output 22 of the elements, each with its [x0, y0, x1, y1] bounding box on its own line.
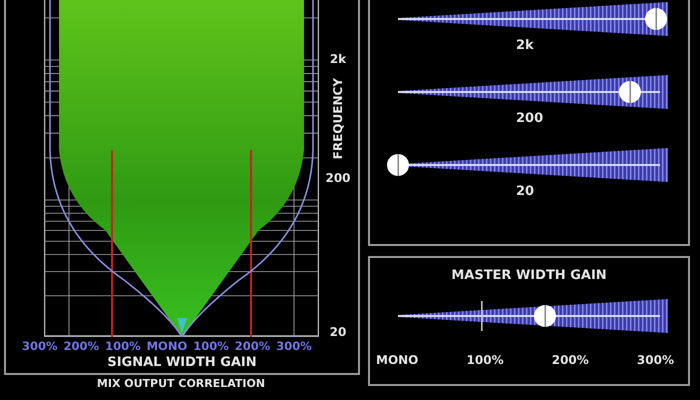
section-title: MIX OUTPUT CORRELATION: [96, 377, 266, 390]
width-scale-label: MONO: [146, 339, 188, 353]
width-scale-label: 100%: [193, 339, 229, 353]
width-scale-label: 200%: [552, 353, 589, 367]
slider-knob[interactable]: [387, 154, 409, 176]
width-scale-label: 200%: [234, 339, 270, 353]
frequency-tick: 20: [330, 325, 346, 339]
width-scale-label: 300%: [636, 353, 674, 367]
width-scale-label: 100%: [105, 339, 141, 353]
band-label: 2k: [516, 38, 534, 53]
width-scale-label: MONO: [376, 353, 418, 367]
width-scale-label: 100%: [466, 353, 504, 367]
panel-title: MASTER WIDTH GAIN: [450, 268, 608, 283]
panel-title: SIGNAL WIDTH GAIN: [106, 355, 258, 371]
band-label: 200: [516, 111, 544, 126]
width-scale-label: 300%: [22, 339, 58, 353]
frequency-tick: 200: [325, 171, 351, 186]
band-label: 20: [516, 184, 534, 199]
frequency-tick: 2k: [330, 52, 346, 66]
width-scale-label: 300%: [276, 339, 312, 353]
frequency-label: FREQUENCY: [331, 78, 345, 160]
width-scale-label: 200%: [64, 339, 100, 353]
